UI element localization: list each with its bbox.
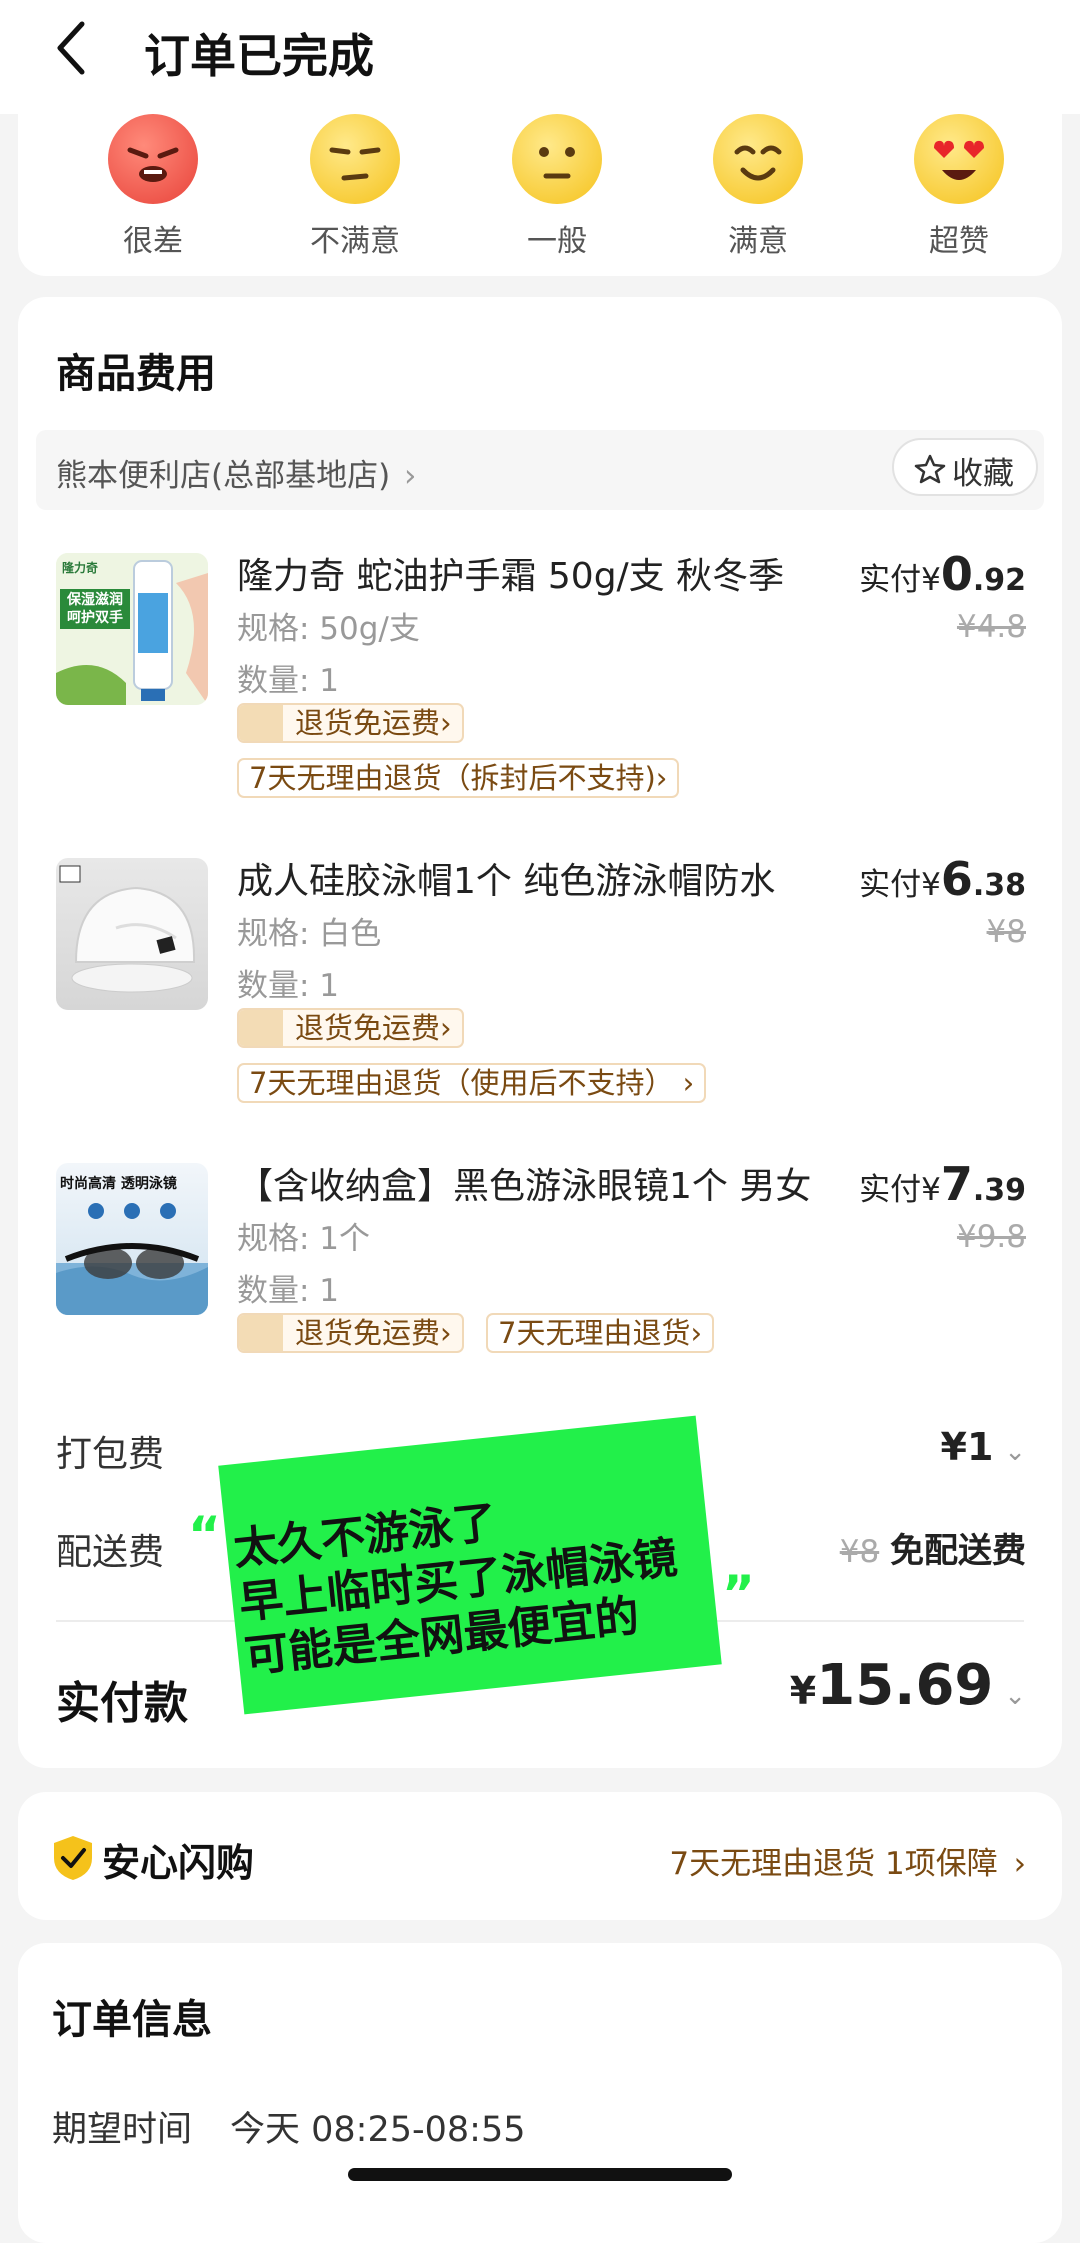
paid-price: 实付¥7.39 [859,1157,1026,1211]
rating-option-neutral[interactable]: 一般 [487,114,627,260]
order-info-card: 订单信息 期望时间 今天 08:25-08:55 [18,1943,1062,2243]
rating-option-very-bad[interactable]: 很差 [83,114,223,260]
image-slogan: 时尚高清 透明泳镜 [60,1176,177,1192]
delivery-fee-value: ¥8 免配送费 [839,1531,1026,1571]
product-name[interactable]: 成人硅胶泳帽1个 纯色游泳帽防水 [237,852,827,904]
guarantee-title: 安心闪购 [102,1841,255,1885]
delivery-fee-label: 配送费 [56,1532,165,1573]
chevron-right-icon: › [404,458,417,494]
quote-open-mark: “ [188,1506,221,1564]
rating-card: 很差 不满意 一般 满意 超赞 [18,114,1062,276]
packing-fee-value[interactable]: ¥1 ⌄ [941,1425,1027,1469]
shipping-hat-icon [239,1315,283,1351]
product-spec: 规格: 白色 [237,916,382,952]
product-name[interactable]: 【含收纳盒】黑色游泳眼镜1个 男女 [237,1157,827,1209]
store-bar: 熊本便利店(总部基地店) › 收藏 [36,430,1044,510]
rating-label: 不满意 [310,224,400,259]
favorite-label: 收藏 [952,456,1014,492]
paid-price: 实付¥6.38 [859,852,1026,906]
free-return-shipping-tag[interactable]: 退货免运费› [237,1008,464,1048]
back-arrow-icon[interactable] [52,18,92,78]
shipping-hat-icon [239,1010,283,1046]
product-quantity: 数量: 1 [237,663,340,699]
product-name[interactable]: 隆力奇 蛇油护手霜 50g/支 秋冬季 [237,547,827,599]
rating-label: 很差 [123,224,183,259]
neutral-face-icon [512,114,602,204]
original-price: ¥4.8 [956,609,1026,645]
rating-option-unsatisfied[interactable]: 不满意 [285,114,425,260]
rating-option-excellent[interactable]: 超赞 [889,114,1029,260]
return-policy-tag[interactable]: 7天无理由退货› [486,1313,715,1353]
angry-face-icon [108,114,198,204]
page-title: 订单已完成 [144,29,374,83]
original-price: ¥8 [986,914,1026,950]
product-image-hand-cream[interactable]: 隆力奇 保湿滋润 呵护双手 [56,553,208,705]
rating-label: 一般 [527,224,587,259]
rating-label: 满意 [728,224,788,259]
chevron-down-icon: ⌄ [1004,1437,1026,1467]
guarantee-card[interactable]: 安心闪购 7天无理由退货 1项保障 › [18,1792,1062,1920]
rating-option-satisfied[interactable]: 满意 [688,114,828,260]
quote-close-mark: ” [722,1565,755,1623]
shield-check-icon [54,1836,92,1880]
guarantee-detail-link[interactable]: 7天无理由退货 1项保障 › [669,1838,1026,1883]
product-image-swim-cap[interactable] [56,858,208,1010]
original-price: ¥9.8 [956,1219,1026,1255]
store-name: 熊本便利店(总部基地店) [56,458,391,494]
brand-logo-text: 隆力奇 [62,561,99,575]
image-slogan: 保湿滋润 呵护双手 [60,589,130,629]
free-return-shipping-tag[interactable]: 退货免运费› [237,703,464,743]
unamused-face-icon [310,114,400,204]
chevron-down-icon: ⌄ [1004,1681,1026,1711]
total-label: 实付款 [56,1678,188,1729]
star-icon [914,454,946,484]
free-return-shipping-tag[interactable]: 退货免运费› [237,1313,464,1353]
section-title: 订单信息 [52,1997,212,2043]
expected-time-value: 今天 08:25-08:55 [230,2110,526,2150]
heart-eyes-face-icon [914,114,1004,204]
packing-fee-label: 打包费 [56,1434,165,1475]
product-image-goggles[interactable]: 时尚高清 透明泳镜 [56,1163,208,1315]
store-name-link[interactable]: 熊本便利店(总部基地店) › [56,450,416,495]
rating-label: 超赞 [929,224,989,259]
product-quantity: 数量: 1 [237,1273,340,1309]
paid-price: 实付¥0.92 [859,547,1026,601]
product-spec: 规格: 50g/支 [237,611,420,647]
return-policy-tag[interactable]: 7天无理由退货（使用后不支持） › [237,1063,707,1103]
smiling-face-icon [713,114,803,204]
chevron-right-icon: › [1013,1846,1026,1882]
home-indicator[interactable] [348,2168,732,2181]
section-title: 商品费用 [56,351,216,397]
top-bar: 订单已完成 [0,0,1080,114]
product-quantity: 数量: 1 [237,968,340,1004]
total-amount[interactable]: ¥15.69 ⌄ [790,1653,1026,1718]
product-spec: 规格: 1个 [237,1221,371,1257]
shipping-hat-icon [239,705,283,741]
favorite-button[interactable]: 收藏 [892,438,1038,496]
expected-time-label: 期望时间 [52,2110,193,2150]
return-policy-tag[interactable]: 7天无理由退货（拆封后不支持)› [237,758,680,798]
